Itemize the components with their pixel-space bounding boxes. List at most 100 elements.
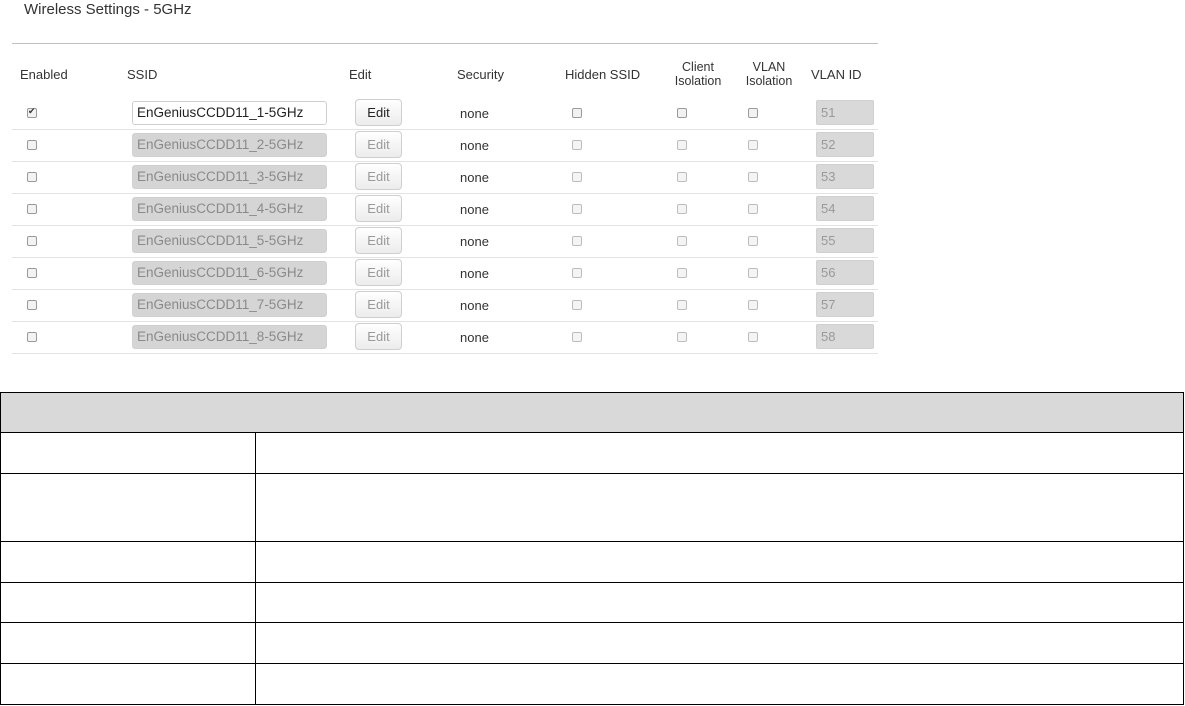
vlan-id-input[interactable]: 53 [816,164,874,189]
table-row: EnGeniusCCDD11_4-5GHz Edit none 54 [12,193,878,226]
vlan-id-input[interactable]: 51 [816,100,874,125]
ssid-input[interactable]: EnGeniusCCDD11_8-5GHz [132,325,327,349]
description-row-label [0,663,256,705]
header-client-isolation: Client Isolation [668,60,728,88]
hidden-ssid-checkbox[interactable] [572,172,582,182]
vlan-isolation-checkbox[interactable] [748,204,758,214]
vlan-id-input[interactable]: 55 [816,228,874,253]
table-row: EnGeniusCCDD11_6-5GHz Edit none 56 [12,257,878,290]
description-table [0,392,1184,705]
vlan-isolation-checkbox[interactable] [748,300,758,310]
description-row [0,473,1184,542]
description-row-label [0,622,256,664]
description-row-label [0,582,256,623]
vlan-isolation-checkbox[interactable] [748,108,758,118]
client-isolation-checkbox[interactable] [677,300,687,310]
enabled-checkbox[interactable] [27,140,37,150]
hidden-ssid-checkbox[interactable] [572,108,582,118]
client-isolation-checkbox[interactable] [677,204,687,214]
header-security: Security [457,67,504,82]
ssid-input[interactable]: EnGeniusCCDD11_7-5GHz [132,293,327,317]
description-row [0,663,1184,705]
description-row-label [0,473,256,542]
enabled-checkbox[interactable] [27,236,37,246]
hidden-ssid-checkbox[interactable] [572,236,582,246]
header-client-isolation-line2: Isolation [674,74,722,88]
ssid-input[interactable]: EnGeniusCCDD11_6-5GHz [132,261,327,285]
ssid-input[interactable]: EnGeniusCCDD11_2-5GHz [132,133,327,157]
security-value: none [460,138,489,153]
edit-button[interactable]: Edit [355,163,402,190]
table-row: EnGeniusCCDD11_1-5GHz Edit none 51 [12,97,878,130]
edit-button[interactable]: Edit [355,131,402,158]
vlan-isolation-checkbox[interactable] [748,332,758,342]
client-isolation-checkbox[interactable] [677,268,687,278]
title-divider [12,43,878,44]
vlan-isolation-checkbox[interactable] [748,236,758,246]
vlan-id-input[interactable]: 58 [816,324,874,349]
description-row-value [255,541,1184,583]
enabled-checkbox[interactable] [27,300,37,310]
ssid-input[interactable]: EnGeniusCCDD11_3-5GHz [132,165,327,189]
vlan-id-input[interactable]: 57 [816,292,874,317]
hidden-ssid-checkbox[interactable] [572,332,582,342]
security-value: none [460,106,489,121]
header-ssid: SSID [127,67,158,82]
ssid-input[interactable]: EnGeniusCCDD11_5-5GHz [132,229,327,253]
header-vlan-isolation: VLAN Isolation [739,60,799,88]
client-isolation-checkbox[interactable] [677,172,687,182]
table-row: EnGeniusCCDD11_5-5GHz Edit none 55 [12,225,878,258]
hidden-ssid-checkbox[interactable] [572,300,582,310]
hidden-ssid-checkbox[interactable] [572,204,582,214]
edit-button[interactable]: Edit [355,227,402,254]
table-row: EnGeniusCCDD11_3-5GHz Edit none 53 [12,161,878,194]
client-isolation-checkbox[interactable] [677,108,687,118]
enabled-checkbox[interactable] [27,204,37,214]
header-enabled: Enabled [20,67,68,82]
security-value: none [460,298,489,313]
security-value: none [460,202,489,217]
ssid-input[interactable]: EnGeniusCCDD11_1-5GHz [132,101,327,125]
description-row-value [255,622,1184,664]
edit-button[interactable]: Edit [355,259,402,286]
header-edit: Edit [349,67,372,82]
hidden-ssid-checkbox[interactable] [572,140,582,150]
description-row-value [255,473,1184,542]
vlan-id-input[interactable]: 52 [816,132,874,157]
description-row-label [0,541,256,583]
description-row [0,582,1184,623]
header-vlan-isolation-line2: Isolation [745,74,793,88]
description-row [0,541,1184,583]
header-hidden-ssid: Hidden SSID [565,67,641,82]
description-row [0,432,1184,474]
vlan-id-input[interactable]: 56 [816,260,874,285]
vlan-id-input[interactable]: 54 [816,196,874,221]
enabled-checkbox[interactable] [27,172,37,182]
edit-button[interactable]: Edit [355,99,402,126]
edit-button[interactable]: Edit [355,323,402,350]
enabled-checkbox[interactable] [27,268,37,278]
vlan-isolation-checkbox[interactable] [748,172,758,182]
page-title: Wireless Settings - 5GHz [24,1,192,18]
ssid-input[interactable]: EnGeniusCCDD11_4-5GHz [132,197,327,221]
enabled-checkbox[interactable] [27,106,37,118]
security-value: none [460,266,489,281]
edit-button[interactable]: Edit [355,291,402,318]
description-row-label [0,432,256,474]
enabled-checkbox[interactable] [27,332,37,342]
table-row: EnGeniusCCDD11_8-5GHz Edit none 58 [12,321,878,354]
description-row-value [255,663,1184,705]
edit-button[interactable]: Edit [355,195,402,222]
vlan-isolation-checkbox[interactable] [748,268,758,278]
description-table-header [0,392,1184,433]
security-value: none [460,170,489,185]
client-isolation-checkbox[interactable] [677,236,687,246]
client-isolation-checkbox[interactable] [677,332,687,342]
header-vlan-id: VLAN ID [811,67,862,82]
vlan-isolation-checkbox[interactable] [748,140,758,150]
security-value: none [460,234,489,249]
hidden-ssid-checkbox[interactable] [572,268,582,278]
client-isolation-checkbox[interactable] [677,140,687,150]
security-value: none [460,330,489,345]
description-row-value [255,432,1184,474]
